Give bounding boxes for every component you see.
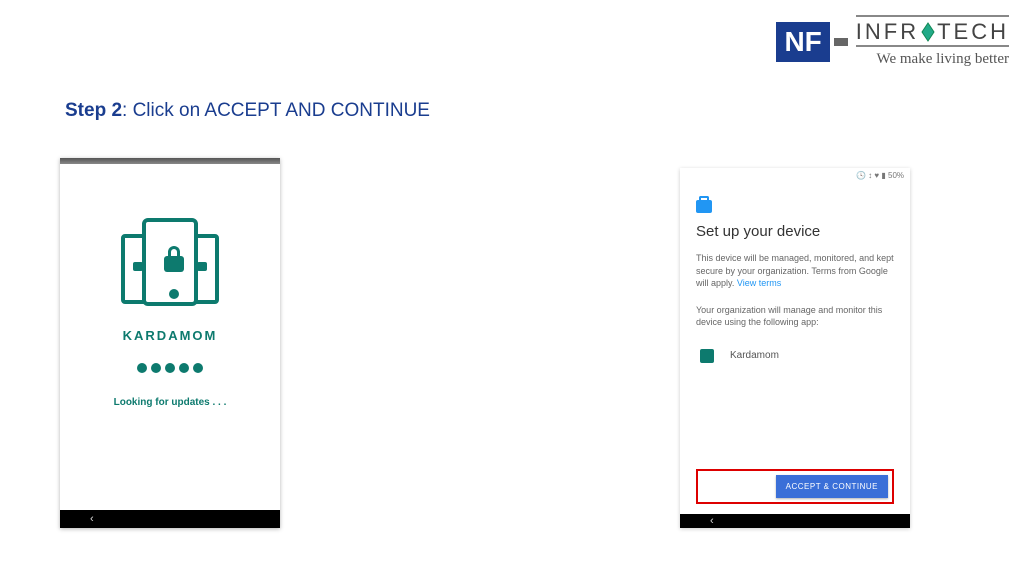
dot-icon [165, 363, 175, 373]
status-icons: 🕓 ↕ ♥ ▮ 50% [856, 171, 904, 180]
accept-continue-button[interactable]: ACCEPT & CONTINUE [776, 475, 888, 498]
back-icon[interactable]: ‹ [90, 513, 94, 525]
step-number: Step 2 [65, 100, 122, 121]
setup-paragraph-2: Your organization will manage and monito… [696, 304, 894, 329]
dot-icon [179, 363, 189, 373]
kardamom-app-icon [696, 347, 718, 365]
mini-lock-icon [197, 262, 207, 271]
divider-line [856, 15, 1009, 17]
lock-shackle-icon [168, 246, 180, 256]
dot-icon [193, 363, 203, 373]
dot-icon [151, 363, 161, 373]
nf-mark: NF [776, 22, 829, 62]
back-icon[interactable]: ‹ [710, 515, 714, 527]
divider-line [856, 45, 1009, 47]
status-text: Looking for updates . . . [114, 397, 227, 408]
brand-text: INFR TECH [856, 19, 1009, 45]
setup-paragraph-1: This device will be managed, monitored, … [696, 252, 894, 290]
managed-app-name: Kardamom [730, 350, 779, 361]
device-front-icon [142, 218, 198, 306]
home-dot-icon [169, 289, 179, 299]
android-nav-bar: ‹ [60, 510, 280, 528]
brand-right: TECH [937, 19, 1009, 45]
android-nav-bar: ‹ [680, 514, 910, 528]
loader-dots [137, 363, 203, 373]
nf-logo: NF [776, 22, 847, 62]
leaf-icon [920, 22, 936, 42]
setup-title: Set up your device [696, 223, 894, 240]
briefcase-icon [696, 200, 712, 213]
screenshot-left: KARDAMOM Looking for updates . . . ‹ [60, 158, 280, 528]
brand-tagline: We make living better [856, 51, 1009, 68]
devices-lock-icon [115, 214, 225, 314]
status-bar: 🕓 ↕ ♥ ▮ 50% [680, 168, 910, 182]
app-title: KARDAMOM [123, 328, 218, 343]
dot-icon [137, 363, 147, 373]
managed-app-row: Kardamom [696, 347, 894, 365]
infratech-block: INFR TECH We make living better [856, 15, 1009, 68]
phone-body: KARDAMOM Looking for updates . . . [60, 164, 280, 510]
nf-dash-icon [834, 38, 848, 46]
lock-icon [164, 256, 184, 272]
brand-left: INFR [856, 19, 919, 45]
screenshot-right: 🕓 ↕ ♥ ▮ 50% Set up your device This devi… [680, 168, 910, 528]
step-desc: : Click on ACCEPT AND CONTINUE [122, 100, 430, 121]
accept-highlight-box: ACCEPT & CONTINUE [696, 469, 894, 504]
app-icon-inner [700, 349, 714, 363]
brand-header: NF INFR TECH We make living better [776, 15, 1009, 68]
step-instruction: Step 2: Click on ACCEPT AND CONTINUE [65, 100, 430, 122]
view-terms-link[interactable]: View terms [737, 278, 781, 288]
phone-body: Set up your device This device will be m… [680, 182, 910, 514]
para1-text: This device will be managed, monitored, … [696, 253, 894, 288]
